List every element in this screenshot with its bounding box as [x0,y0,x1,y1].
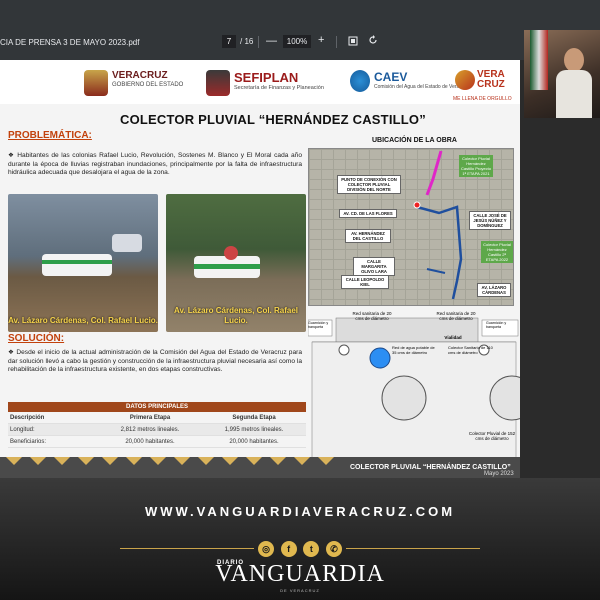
footer-title: COLECTOR PLUVIAL “HERNÁNDEZ CASTILLO” [350,464,511,471]
slide-title: COLECTOR PLUVIAL “HERNÁNDEZ CASTILLO” [120,112,426,127]
flood-photo-2: Av. Lázaro Cárdenas, Col. Rafael Lucio. [166,194,306,332]
table-row: Beneficiarios: 20,000 habitantes. 20,000… [8,436,306,448]
map-label: Colector Pluvial Hernández Castillo 2ª E… [481,241,513,263]
rotate-icon[interactable] [368,35,378,48]
brand-subtitle: DE VERACRUZ [280,588,320,593]
photo1-caption: Av. Lázaro Cárdenas, Col. Rafael Lucio. [8,316,158,325]
diagram-label: Colector Sanitario de 110 cms de diámetr… [448,345,493,355]
table-row: Longitud: 2,812 metros lineales. 1,995 m… [8,424,306,436]
diagram-label: Red de agua potable de 35 cms de diámetr… [392,345,435,355]
flood-photo-1: Av. Lázaro Cárdenas, Col. Rafael Lucio. [8,194,158,332]
photo2-caption: Av. Lázaro Cárdenas, Col. Rafael Lucio. [173,306,299,325]
cross-section-diagram: Guarnición y banqueta Guarnición y banqu… [308,310,520,460]
whatsapp-icon[interactable]: ✆ [325,541,342,557]
social-links: ◎ f t ✆ [258,541,342,557]
solution-heading: SOLUCIÓN: [8,333,65,344]
map-label: CALLE JOSÉ DE JESÚS NÚÑEZ Y DOMÍNGUEZ [469,211,511,230]
website-url[interactable]: WWW.VANGUARDIAVERACRUZ.COM [0,504,600,519]
diagram-label: Colector Pluvial de 152 cms de diámetro [468,431,516,441]
slide-footer: COLECTOR PLUVIAL “HERNÁNDEZ CASTILLO” Ma… [0,457,520,478]
divider-line [346,548,480,549]
twitter-icon[interactable]: t [303,541,320,557]
map-label: CALLE LEOPOLDO KIEL [341,275,389,289]
problem-heading: PROBLEMÁTICA: [8,130,92,141]
table-header-row: Descripción Primera Etapa Segunda Etapa [8,412,306,424]
location-map: PUNTO DE CONEXIÓN CON COLECTOR PLUVIAL D… [308,148,514,306]
diagram-label: Guarnición y banqueta [308,321,329,329]
map-heading: UBICACIÓN DE LA OBRA [372,137,457,144]
map-label: CALLE MARGARITA OLIVO LARA [353,257,395,276]
instagram-icon[interactable]: ◎ [258,541,274,557]
toolbar-divider [258,36,259,48]
file-name: CIA DE PRENSA 3 DE MAYO 2023.pdf [0,38,140,47]
toolbar-divider [336,36,337,48]
webcam-feed [524,30,600,118]
page-total: / 16 [240,37,254,46]
page-number-input[interactable]: 7 [222,35,236,48]
map-label: AV. CD. DE LAS FLORES [339,209,397,218]
diagram-label: Red sanitaria de 20 cms de diámetro [436,311,476,321]
footer-date: Mayo 2023 [484,471,514,477]
zoom-out-button[interactable]: — [266,35,277,47]
data-table: DATOS PRINCIPALES Descripción Primera Et… [8,402,306,448]
zoom-level-input[interactable]: 100% [283,35,311,48]
pdf-slide: VERACRUZ GOBIERNO DEL ESTADO SEFIPLAN Se… [0,60,520,478]
map-label: AV. LÁZARO CÁRDENAS [477,283,511,297]
diagram-label: Guarnición y banqueta [486,321,507,329]
map-label: PUNTO DE CONEXIÓN CON COLECTOR PLUVIAL D… [337,175,401,194]
map-label: AV. HERNÁNDEZ DEL CASTILLO [345,229,391,243]
flag [530,30,548,90]
diagram-label: Vialidad [444,335,462,340]
solution-text: ❖ Desde el inicio de la actual administr… [8,349,302,373]
zoom-in-button[interactable]: + [318,34,324,46]
brand-name: VANGUARDIA [215,561,385,587]
logo-header: VERACRUZ GOBIERNO DEL ESTADO SEFIPLAN Se… [0,60,520,104]
fit-page-icon[interactable] [348,36,358,48]
problem-text: ❖ Habitantes de las colonias Rafael Luci… [8,152,302,176]
facebook-icon[interactable]: f [280,541,297,557]
speaker [556,48,592,118]
table-title: DATOS PRINCIPALES [8,402,306,412]
map-label: Colector Pluvial Hernández Castillo Proy… [459,155,493,177]
pdf-toolbar: CIA DE PRENSA 3 DE MAYO 2023.pdf 7 / 16 … [0,0,600,60]
divider-line [120,548,254,549]
diagram-label: Red sanitaria de 20 cms de diámetro [352,311,392,321]
